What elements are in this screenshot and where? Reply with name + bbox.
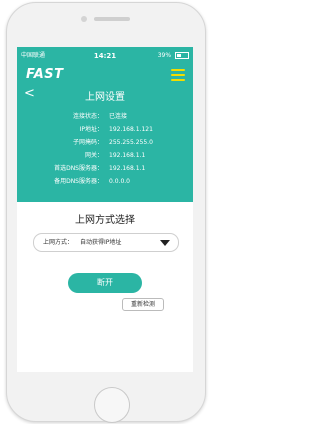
camera-icon [81,16,87,22]
battery-icon [175,52,189,59]
section-title: 上网方式选择 [75,215,135,226]
speaker-grille [94,17,130,21]
info-label: 网关： [84,152,103,159]
disconnect-button[interactable]: 断开 [68,273,142,293]
home-button[interactable] [94,387,130,423]
info-row: 连接状态： 已连接 [17,111,193,122]
info-label: IP地址： [79,126,103,133]
app-screen: 中国联通 14:21 39% FAST < 上网设置 连接状态： 已连接 IP地… [17,47,193,372]
hamburger-menu-icon[interactable] [171,69,185,81]
info-label: 首选DNS服务器： [54,165,103,172]
brand-logo: FAST [26,67,64,82]
status-bar: 中国联通 14:21 39% [17,51,193,61]
info-row: 备用DNS服务器： 0.0.0.0 [17,176,193,187]
info-value: 192.168.1.1 [109,165,146,172]
select-label: 上网方式： [43,239,74,246]
info-label: 备用DNS服务器： [54,178,103,185]
info-row: 子网掩码： 255.255.255.0 [17,137,193,148]
battery-percent: 39% [157,52,172,59]
info-value: 255.255.255.0 [109,139,153,146]
info-value: 192.168.1.1 [109,152,146,159]
info-row: IP地址： 192.168.1.121 [17,124,193,135]
info-label: 子网掩码： [72,139,103,146]
connection-type-select[interactable]: 上网方式： 自动获得IP地址 [33,233,179,252]
battery-indicator: 39% [158,51,189,61]
info-value: 0.0.0.0 [109,178,130,185]
info-row: 首选DNS服务器： 192.168.1.1 [17,163,193,174]
info-label: 连接状态： [72,113,103,120]
info-value: 已连接 [109,113,128,120]
header-panel: 中国联通 14:21 39% FAST < 上网设置 连接状态： 已连接 IP地… [17,47,193,202]
caret-down-icon [160,240,170,246]
info-row: 网关： 192.168.1.1 [17,150,193,161]
info-value: 192.168.1.121 [109,126,153,133]
page-title: 上网设置 [85,92,125,103]
select-value: 自动获得IP地址 [80,239,122,246]
redetect-button[interactable]: 重新检测 [122,298,164,311]
